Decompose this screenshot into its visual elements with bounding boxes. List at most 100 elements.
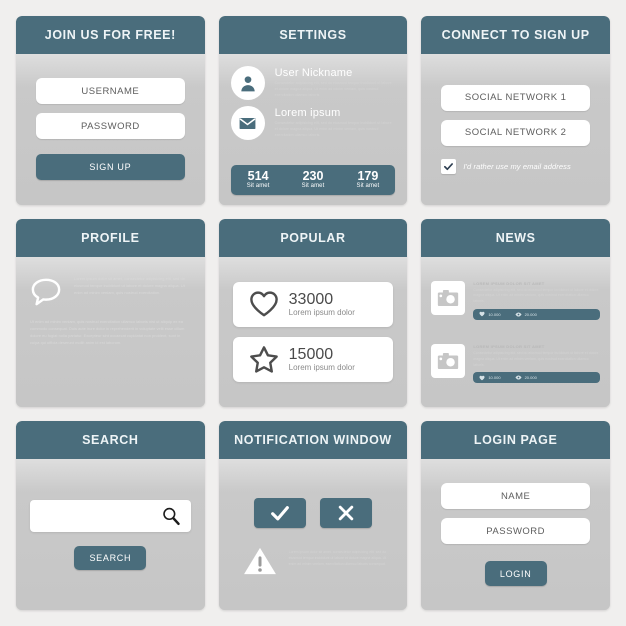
stat-value: 514	[247, 169, 269, 184]
news-headline: LOREM IPSUM DOLOR SIT AMET	[473, 280, 545, 286]
heart-icon	[479, 312, 485, 317]
eye-icon	[515, 375, 522, 380]
profile-text-bottom: Ut enim ad minim veniam, quis nostrud ex…	[30, 318, 185, 345]
star-icon	[249, 345, 279, 374]
card-title-login: LOGIN PAGE	[421, 421, 610, 460]
stat-value: 230	[302, 169, 324, 184]
card-body-login: NAME PASSWORD LOGIN	[421, 459, 610, 610]
card-title-popular: POPULAR	[218, 218, 408, 257]
news-likes: 10.000	[479, 375, 501, 381]
login-name-input[interactable]: NAME	[441, 483, 590, 510]
stat-item: 179 Sit amet	[340, 169, 395, 190]
sign-up-button[interactable]: SIGN UP	[36, 154, 185, 181]
notification-message: Lorem ipsum dolor sit amet, consectetur …	[288, 549, 387, 566]
search-input[interactable]	[40, 511, 161, 521]
news-item[interactable]: LOREM IPSUM DOLOR SIT AMET Consectetur a…	[431, 280, 600, 320]
card-title-notification: NOTIFICATION WINDOW	[218, 421, 408, 460]
user-icon	[230, 66, 265, 100]
settings-nickname-text: Consectetur adipisicing elit, sed do eiu…	[274, 81, 392, 97]
search-field[interactable]	[30, 499, 191, 532]
popular-item-likes[interactable]: 33000 Lorem ipsum dolor	[232, 281, 394, 327]
news-likes: 10.000	[479, 311, 501, 317]
speech-bubble-icon	[30, 275, 64, 307]
card-login: LOGIN PAGE NAME PASSWORD LOGIN	[421, 421, 610, 610]
card-profile: PROFILE Lorem ipsum dolor sit amet, cons…	[16, 218, 205, 408]
stat-label: Sit amet	[301, 183, 325, 190]
profile-text-top: Lorem ipsum dolor sit amet, consectetur …	[74, 275, 185, 295]
social-network-2-button[interactable]: SOCIAL NETWORK 2	[441, 119, 590, 146]
social-network-1-button[interactable]: SOCIAL NETWORK 1	[441, 84, 590, 111]
news-item[interactable]: LOREM IPSUM DOLOR SIT AMET Consectetur a…	[431, 344, 600, 384]
card-title-join: JOIN US FOR FREE!	[16, 16, 205, 54]
card-body-settings: User Nickname Consectetur adipisicing el…	[218, 54, 408, 205]
news-stats-bar: 10.000 20.000	[473, 308, 600, 320]
settings-row-nickname[interactable]: User Nickname Consectetur adipisicing el…	[230, 66, 396, 100]
stat-value: 179	[357, 169, 379, 184]
ui-kit-grid: JOIN US FOR FREE! USERNAME PASSWORD SIGN…	[0, 0, 626, 626]
card-connect: CONNECT TO SIGN UP SOCIAL NETWORK 1 SOCI…	[421, 16, 610, 205]
stat-item: 514 Sit amet	[231, 169, 286, 190]
camera-icon	[431, 344, 466, 378]
card-join-us: JOIN US FOR FREE! USERNAME PASSWORD SIGN…	[16, 16, 205, 205]
news-likes-value: 10.000	[488, 375, 501, 381]
card-body-join: USERNAME PASSWORD SIGN UP	[16, 54, 205, 205]
popular-item-favorites[interactable]: 15000 Lorem ipsum dolor	[232, 336, 394, 382]
news-views-value: 20.000	[524, 311, 537, 317]
stat-item: 230 Sit amet	[286, 169, 341, 190]
news-stats-bar: 10.000 20.000	[473, 372, 600, 384]
card-title-connect: CONNECT TO SIGN UP	[421, 16, 610, 54]
news-likes-value: 10.000	[488, 311, 501, 317]
settings-row-email[interactable]: Lorem ipsum Consectetur adipisicing elit…	[230, 106, 396, 140]
settings-email-text: Consectetur adipisicing elit, sed do eiu…	[274, 121, 392, 137]
heart-icon	[249, 290, 279, 318]
card-body-news: LOREM IPSUM DOLOR SIT AMET Consectetur a…	[421, 256, 610, 408]
card-settings: SETTINGS User Nickname Consectetur adipi…	[218, 16, 408, 205]
email-preference-row[interactable]: I'd rather use my email address	[441, 158, 590, 174]
check-icon	[269, 502, 291, 524]
card-popular: POPULAR 33000 Lorem ipsum dolor 15000 Lo…	[218, 218, 408, 408]
news-headline: LOREM IPSUM DOLOR SIT AMET	[473, 344, 545, 349]
card-title-profile: PROFILE	[16, 218, 205, 257]
stat-label: Sit amet	[246, 183, 270, 190]
card-body-notification: Lorem ipsum dolor sit amet, consectetur …	[218, 459, 408, 610]
email-preference-label: I'd rather use my email address	[463, 161, 571, 171]
popular-value: 33000	[288, 290, 334, 308]
login-password-input[interactable]: PASSWORD	[441, 518, 590, 545]
card-title-news: NEWS	[421, 218, 610, 257]
warning-triangle-icon	[243, 546, 277, 576]
card-body-search: SEARCH	[16, 459, 205, 610]
decline-button[interactable]	[319, 497, 372, 528]
news-text: Consectetur adipisicing elit, sed do eiu…	[473, 351, 599, 367]
card-notification: NOTIFICATION WINDOW Lorem ipsum dolor si…	[218, 421, 408, 610]
popular-label: Lorem ipsum dolor	[288, 308, 355, 318]
stat-label: Sit amet	[356, 183, 380, 190]
card-body-profile: Lorem ipsum dolor sit amet, consectetur …	[16, 256, 205, 408]
settings-nickname-title: User Nickname	[274, 67, 353, 79]
close-icon	[336, 503, 356, 523]
email-preference-checkbox[interactable]	[441, 158, 457, 174]
username-input[interactable]: USERNAME	[36, 78, 185, 105]
card-title-search: SEARCH	[16, 421, 205, 460]
card-search: SEARCH SEARCH	[16, 421, 205, 610]
magnifier-icon[interactable]	[161, 506, 181, 526]
eye-icon	[515, 312, 522, 317]
search-button[interactable]: SEARCH	[74, 545, 147, 570]
card-body-connect: SOCIAL NETWORK 1 SOCIAL NETWORK 2 I'd ra…	[421, 54, 610, 205]
settings-email-title: Lorem ipsum	[274, 107, 341, 119]
popular-label: Lorem ipsum dolor	[288, 363, 355, 373]
settings-stats-bar: 514 Sit amet 230 Sit amet 179 Sit amet	[230, 164, 396, 195]
card-title-settings: SETTINGS	[218, 16, 408, 54]
card-body-popular: 33000 Lorem ipsum dolor 15000 Lorem ipsu…	[218, 256, 408, 408]
login-button[interactable]: LOGIN	[484, 561, 547, 587]
popular-value: 15000	[288, 345, 334, 363]
password-input[interactable]: PASSWORD	[36, 113, 185, 140]
news-views: 20.000	[515, 312, 537, 317]
heart-icon	[479, 375, 485, 381]
news-views: 20.000	[515, 375, 537, 380]
card-news: NEWS LOREM IPSUM DOLOR SIT AMET Consecte…	[421, 218, 610, 408]
camera-icon	[431, 280, 466, 315]
news-text: Consectetur adipisicing elit, sed do eiu…	[473, 287, 599, 304]
news-views-value: 20.000	[524, 375, 537, 381]
envelope-icon	[230, 106, 265, 140]
accept-button[interactable]	[253, 497, 306, 528]
